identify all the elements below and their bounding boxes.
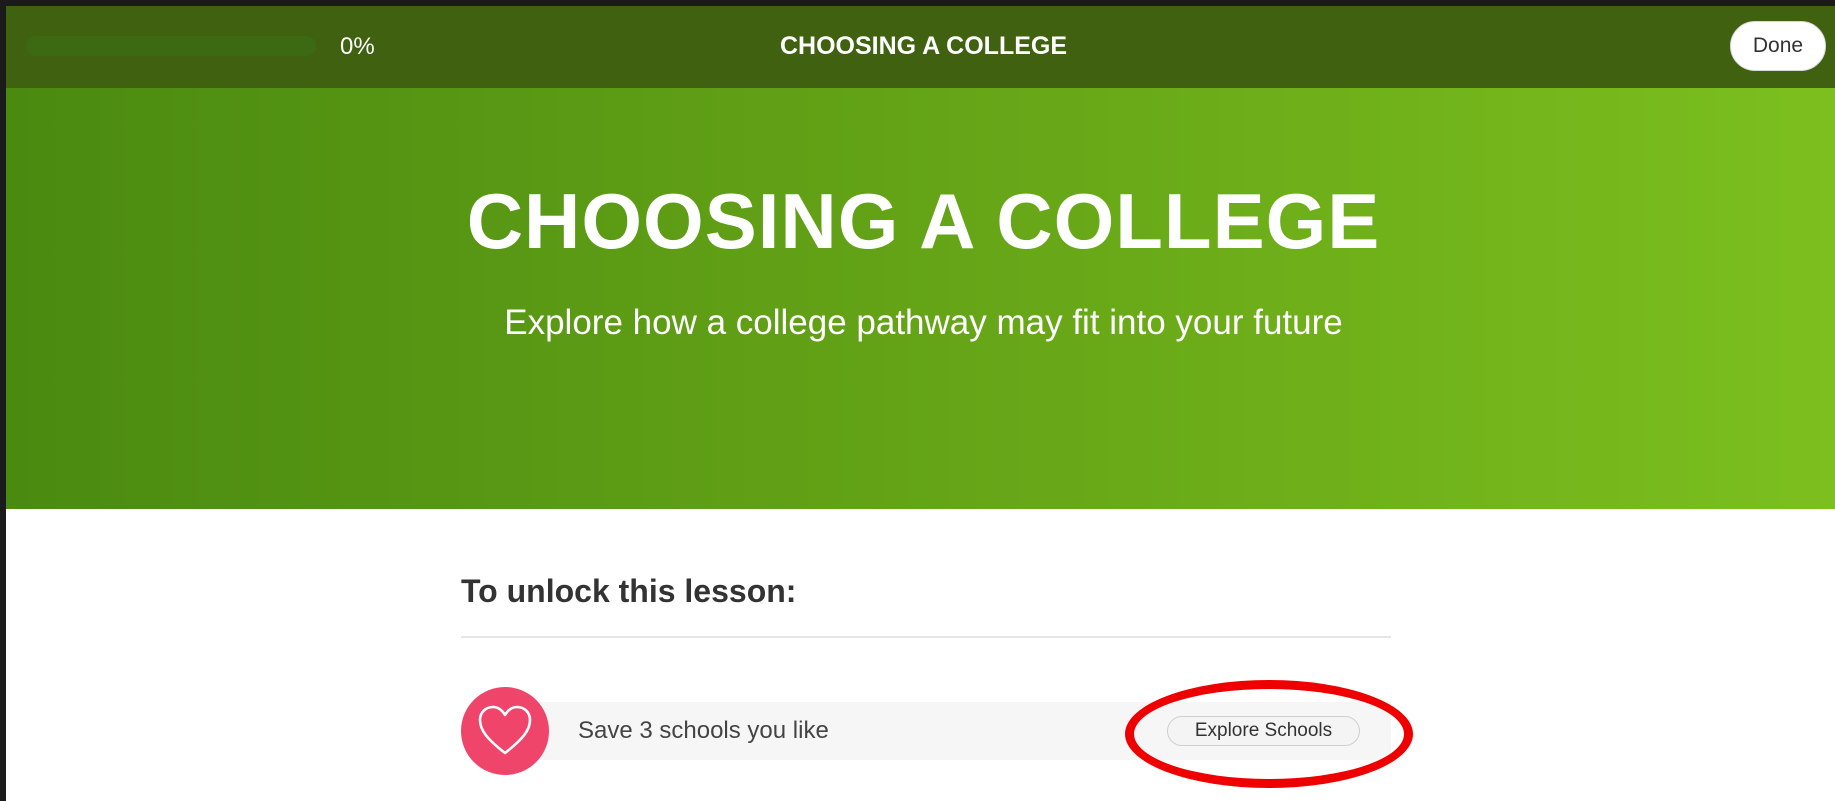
lesson-title: CHOOSING A COLLEGE [466, 177, 1381, 265]
heart-icon [478, 705, 532, 755]
topbar-title: CHOOSING A COLLEGE [779, 32, 1068, 60]
heart-badge [461, 687, 549, 775]
divider [461, 636, 1391, 638]
explore-schools-button[interactable]: Explore Schools [1167, 716, 1360, 746]
done-button[interactable]: Done [1730, 21, 1826, 71]
unlock-section: To unlock this lesson: Save 3 schools yo… [6, 509, 1835, 801]
hero-banner: CHOOSING A COLLEGE Explore how a college… [6, 88, 1835, 509]
requirement-row: Save 3 schools you like Explore Schools [461, 680, 1413, 788]
lesson-subtitle: Explore how a college pathway may fit in… [504, 303, 1343, 342]
unlock-heading: To unlock this lesson: [461, 573, 797, 609]
requirement-label: Save 3 schools you like [578, 717, 829, 744]
top-bar: 0% CHOOSING A COLLEGE Done [6, 6, 1835, 88]
lesson-window: 0% CHOOSING A COLLEGE Done CHOOSING A CO… [6, 6, 1835, 801]
